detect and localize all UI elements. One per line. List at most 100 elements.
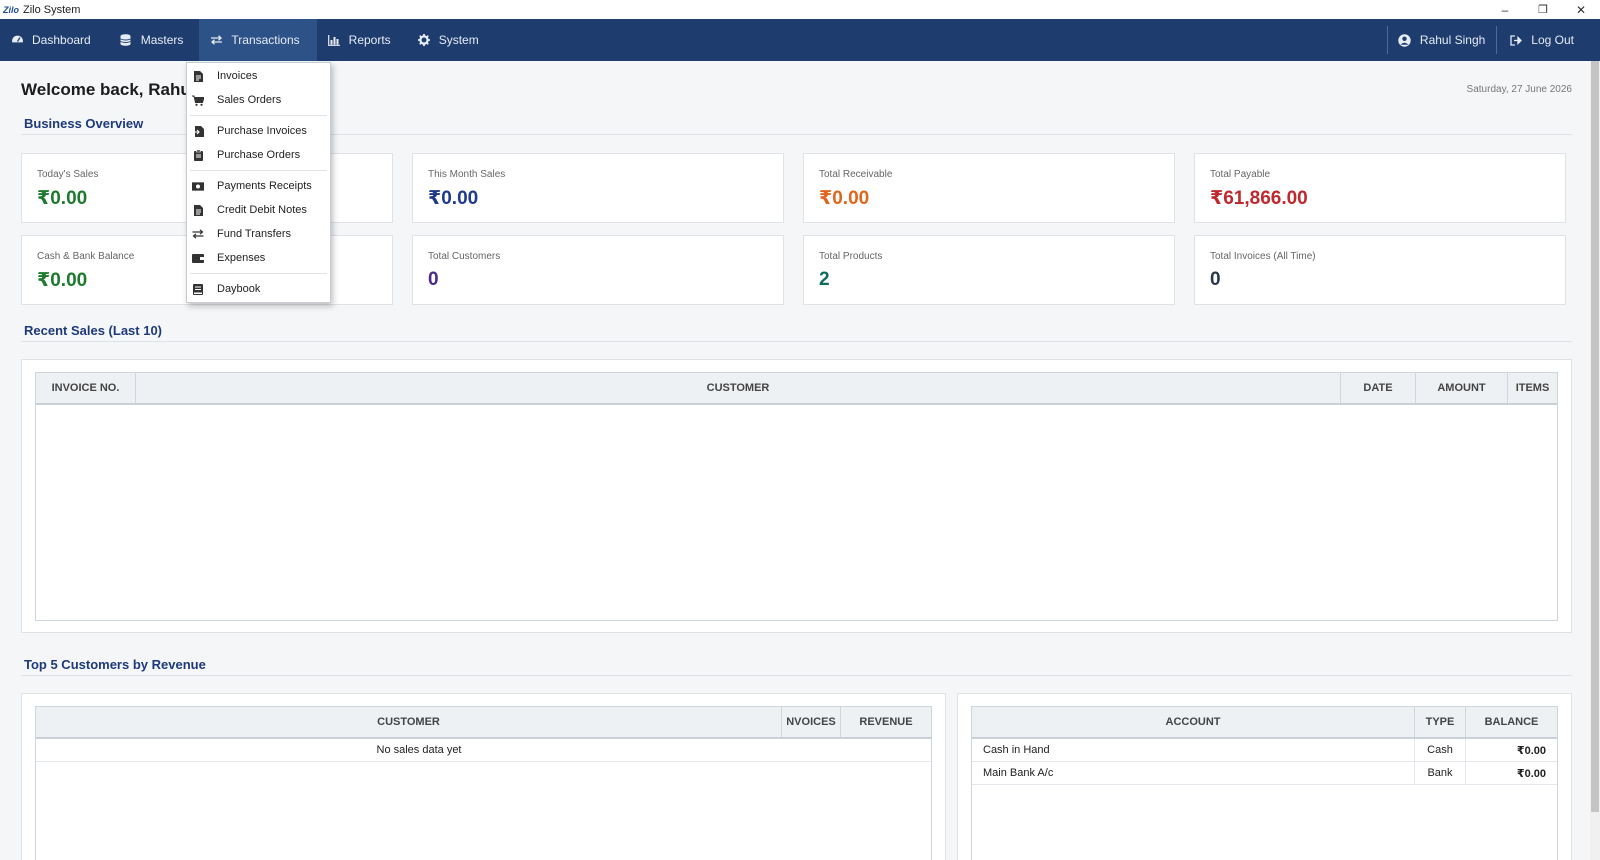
- stat-value: ₹0.00: [37, 270, 88, 291]
- recent-sales-title: Recent Sales (Last 10): [24, 323, 163, 338]
- empty-state-text: No sales data yet: [376, 744, 462, 756]
- nav-dashboard-label: Dashboard: [32, 33, 91, 47]
- business-overview-title: Business Overview: [24, 116, 144, 131]
- stat-card-total-products: Total Products 2: [803, 235, 1175, 305]
- table-row[interactable]: Cash in Hand Cash ₹0.00: [972, 739, 1557, 762]
- database-icon: [119, 33, 133, 47]
- nav-reports-label: Reports: [348, 33, 391, 47]
- vertical-scrollbar[interactable]: [1590, 61, 1600, 860]
- menu-item-expenses[interactable]: Expenses: [187, 247, 330, 269]
- recent-sales-table[interactable]: INVOICE NO. CUSTOMER DATE AMOUNT ITEMS: [35, 372, 1558, 621]
- menu-item-label: Credit Debit Notes: [217, 204, 307, 216]
- restore-button[interactable]: ❐: [1524, 0, 1562, 19]
- section-divider: [21, 341, 1572, 342]
- stat-card-total-customers: Total Customers 0: [412, 235, 784, 305]
- dashboard-icon: [10, 33, 24, 47]
- stat-label: Total Customers: [428, 251, 501, 262]
- menu-item-daybook[interactable]: Daybook: [187, 278, 330, 300]
- menu-item-purchase-invoices[interactable]: Purchase Invoices: [187, 120, 330, 142]
- stat-value: ₹0.00: [428, 188, 479, 209]
- accounts-table[interactable]: ACCOUNT TYPE BALANCE Cash in Hand Cash ₹…: [971, 706, 1558, 860]
- menu-item-fund-transfers[interactable]: Fund Transfers: [187, 223, 330, 245]
- app-logo-icon: Zilo: [3, 4, 19, 15]
- menu-item-label: Daybook: [217, 283, 261, 295]
- column-header-date[interactable]: DATE: [1341, 373, 1416, 403]
- nav-transactions-label: Transactions: [231, 33, 300, 47]
- account-balance: ₹0.00: [1516, 767, 1546, 780]
- column-header-customer[interactable]: CUSTOMER: [36, 707, 782, 737]
- nav-system[interactable]: System: [407, 19, 495, 61]
- menu-item-payments-receipts[interactable]: Payments Receipts: [187, 175, 330, 197]
- column-header-invoices[interactable]: NVOICES: [782, 707, 841, 737]
- logout-button[interactable]: Log Out: [1497, 19, 1600, 61]
- stat-card-total-receivable: Total Receivable ₹0.00: [803, 153, 1175, 223]
- main-navbar: Dashboard Masters Transactions Reports S…: [0, 19, 1600, 61]
- minimize-button[interactable]: –: [1486, 0, 1524, 19]
- menu-item-label: Purchase Orders: [217, 149, 301, 161]
- stat-value: 2: [819, 269, 830, 290]
- menu-item-label: Expenses: [217, 252, 266, 264]
- accounts-panel: ACCOUNT TYPE BALANCE Cash in Hand Cash ₹…: [957, 693, 1572, 860]
- stat-label: Total Products: [819, 251, 883, 262]
- user-name: Rahul Singh: [1419, 33, 1486, 47]
- book-icon: [192, 283, 204, 295]
- menu-item-label: Purchase Invoices: [217, 125, 307, 137]
- menu-item-label: Payments Receipts: [217, 180, 312, 192]
- nav-reports[interactable]: Reports: [317, 19, 407, 61]
- stat-value: 0: [428, 269, 439, 290]
- table-row[interactable]: Main Bank A/c Bank ₹0.00: [972, 762, 1557, 785]
- stat-value: 0: [1210, 269, 1221, 290]
- stat-label: Cash & Bank Balance: [37, 251, 135, 262]
- nav-masters-label: Masters: [140, 33, 184, 47]
- top-customers-table[interactable]: CUSTOMER NVOICES REVENUE No sales data y…: [35, 706, 932, 860]
- column-header-revenue[interactable]: REVENUE: [841, 707, 931, 737]
- menu-item-sales-orders[interactable]: Sales Orders: [187, 89, 330, 111]
- stat-label: Total Payable: [1210, 169, 1271, 180]
- cart-icon: [192, 94, 204, 106]
- column-header-account[interactable]: ACCOUNT: [972, 707, 1415, 737]
- wallet-icon: [192, 252, 204, 264]
- column-header-items[interactable]: ITEMS: [1508, 373, 1557, 403]
- close-button[interactable]: ✕: [1562, 0, 1600, 19]
- nav-masters[interactable]: Masters: [107, 19, 200, 61]
- stat-card-total-invoices: Total Invoices (All Time) 0: [1194, 235, 1566, 305]
- clipboard-icon: [192, 149, 204, 161]
- scrollbar-thumb[interactable]: [1591, 61, 1599, 812]
- menu-item-invoices[interactable]: Invoices: [187, 65, 330, 87]
- nav-transactions[interactable]: Transactions: [199, 19, 317, 61]
- account-name: Main Bank A/c: [972, 762, 1415, 784]
- account-type: Bank: [1415, 762, 1466, 784]
- menu-separator: [190, 273, 327, 274]
- table-row: No sales data yet: [36, 739, 931, 762]
- document-icon: [192, 70, 204, 82]
- note-icon: [192, 204, 204, 216]
- section-divider: [21, 675, 1572, 676]
- window-title: Zilo System: [23, 3, 81, 16]
- account-name: Cash in Hand: [972, 739, 1415, 761]
- money-icon: [192, 180, 204, 192]
- table-header: CUSTOMER NVOICES REVENUE: [36, 707, 931, 739]
- column-header-type[interactable]: TYPE: [1415, 707, 1466, 737]
- menu-separator: [190, 115, 327, 116]
- menu-item-purchase-orders[interactable]: Purchase Orders: [187, 144, 330, 166]
- menu-item-credit-debit-notes[interactable]: Credit Debit Notes: [187, 199, 330, 221]
- table-header: ACCOUNT TYPE BALANCE: [972, 707, 1557, 739]
- nav-dashboard[interactable]: Dashboard: [0, 19, 107, 61]
- user-profile-button[interactable]: Rahul Singh: [1388, 19, 1496, 61]
- menu-item-label: Fund Transfers: [217, 228, 291, 240]
- stat-label: This Month Sales: [428, 169, 506, 180]
- recent-sales-panel: INVOICE NO. CUSTOMER DATE AMOUNT ITEMS: [21, 359, 1572, 633]
- column-header-balance[interactable]: BALANCE: [1466, 707, 1557, 737]
- bar-chart-icon: [327, 33, 341, 47]
- account-type: Cash: [1415, 739, 1466, 761]
- column-header-customer[interactable]: CUSTOMER: [136, 373, 1341, 403]
- current-date: Saturday, 27 June 2026: [1466, 84, 1572, 95]
- import-document-icon: [192, 125, 204, 137]
- column-header-invoice-no[interactable]: INVOICE NO.: [36, 373, 136, 403]
- exchange-icon: [209, 33, 223, 47]
- exchange-icon: [192, 228, 204, 240]
- menu-item-label: Invoices: [217, 70, 258, 82]
- column-header-amount[interactable]: AMOUNT: [1416, 373, 1508, 403]
- menu-item-label: Sales Orders: [217, 94, 282, 106]
- stat-label: Total Receivable: [819, 169, 893, 180]
